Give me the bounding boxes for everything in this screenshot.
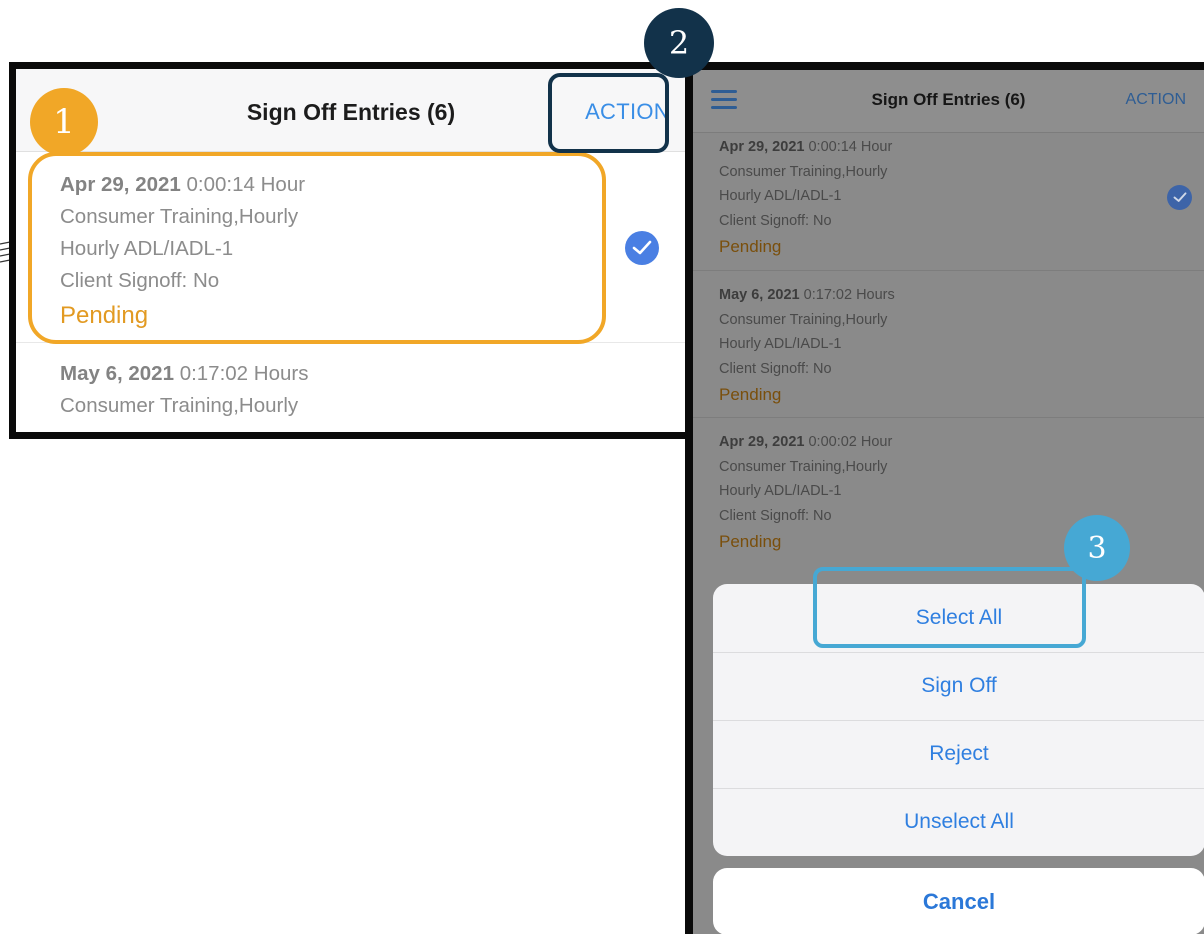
step-2-badge: 2 — [644, 8, 714, 78]
action-button[interactable]: ACTION — [1126, 91, 1186, 109]
list-item[interactable]: May 6, 2021 0:17:02 Hours Consumer Train… — [719, 283, 895, 408]
status-badge: Pending — [719, 532, 782, 551]
entry-client-signoff: Client Signoff: No — [719, 360, 832, 377]
entry-date: Apr 29, 2021 — [719, 434, 805, 450]
list-item[interactable]: Apr 29, 2021 0:00:02 Hour Consumer Train… — [719, 430, 892, 555]
status-badge: Pending — [719, 237, 782, 256]
cancel-sheet: Cancel — [713, 868, 1204, 934]
entry-code: Hourly ADL/IADL-1 — [719, 188, 842, 204]
entry-service: Consumer Training,Hourly — [60, 394, 299, 417]
entry-date-line: May 6, 2021 0:17:02 Hours — [719, 283, 895, 308]
nav-header: Sign Off Entries (6) ACTION — [693, 70, 1204, 133]
entry-client-signoff: Client Signoff: No — [719, 212, 832, 229]
entry-date: May 6, 2021 — [719, 287, 800, 303]
entry-service: Consumer Training,Hourly — [719, 311, 888, 328]
row-divider — [693, 417, 1204, 418]
phone-screen-panel: Sign Off Entries (6) ACTION Apr 29, 2021… — [685, 62, 1204, 934]
list-item[interactable]: May 6, 2021 0:17:02 Hours Consumer Train… — [60, 358, 308, 422]
sign-off-button[interactable]: Sign Off — [713, 652, 1204, 720]
cancel-button[interactable]: Cancel — [713, 868, 1204, 934]
entry-client-signoff: Client Signoff: No — [719, 507, 832, 524]
list-item[interactable]: Apr 29, 2021 0:00:14 Hour Consumer Train… — [719, 135, 892, 260]
entry-duration: 0:00:02 Hour — [808, 434, 893, 450]
highlight-entry-callout — [28, 152, 606, 344]
entry-date-line: Apr 29, 2021 0:00:14 Hour — [719, 135, 892, 160]
entry-date: May 6, 2021 — [60, 362, 174, 385]
entry-date-line: May 6, 2021 0:17:02 Hours — [60, 358, 308, 390]
highlight-action-callout — [548, 73, 669, 153]
entry-duration: 0:17:02 Hours — [803, 287, 895, 303]
entry-service: Consumer Training,Hourly — [719, 163, 888, 180]
reject-button[interactable]: Reject — [713, 720, 1204, 788]
entry-code: Hourly ADL/IADL-1 — [719, 483, 842, 499]
entry-duration: 0:17:02 Hours — [179, 362, 309, 385]
phone-screen: Sign Off Entries (6) ACTION Apr 29, 2021… — [693, 70, 1204, 934]
row-divider — [693, 270, 1204, 271]
status-badge: Pending — [719, 385, 782, 404]
highlight-select-all-callout — [813, 567, 1086, 648]
unselect-all-button[interactable]: Unselect All — [713, 788, 1204, 856]
checkmark-circle-icon[interactable] — [625, 231, 659, 265]
step-3-badge: 3 — [1064, 515, 1130, 581]
checkmark-circle-icon[interactable] — [1167, 185, 1192, 210]
entry-date: Apr 29, 2021 — [719, 139, 805, 155]
entry-service: Consumer Training,Hourly — [719, 458, 888, 475]
entry-code: Hourly ADL/IADL-1 — [719, 336, 842, 352]
entry-date-line: Apr 29, 2021 0:00:02 Hour — [719, 430, 892, 455]
step-1-badge: 1 — [30, 88, 98, 156]
entry-duration: 0:00:14 Hour — [808, 139, 893, 155]
